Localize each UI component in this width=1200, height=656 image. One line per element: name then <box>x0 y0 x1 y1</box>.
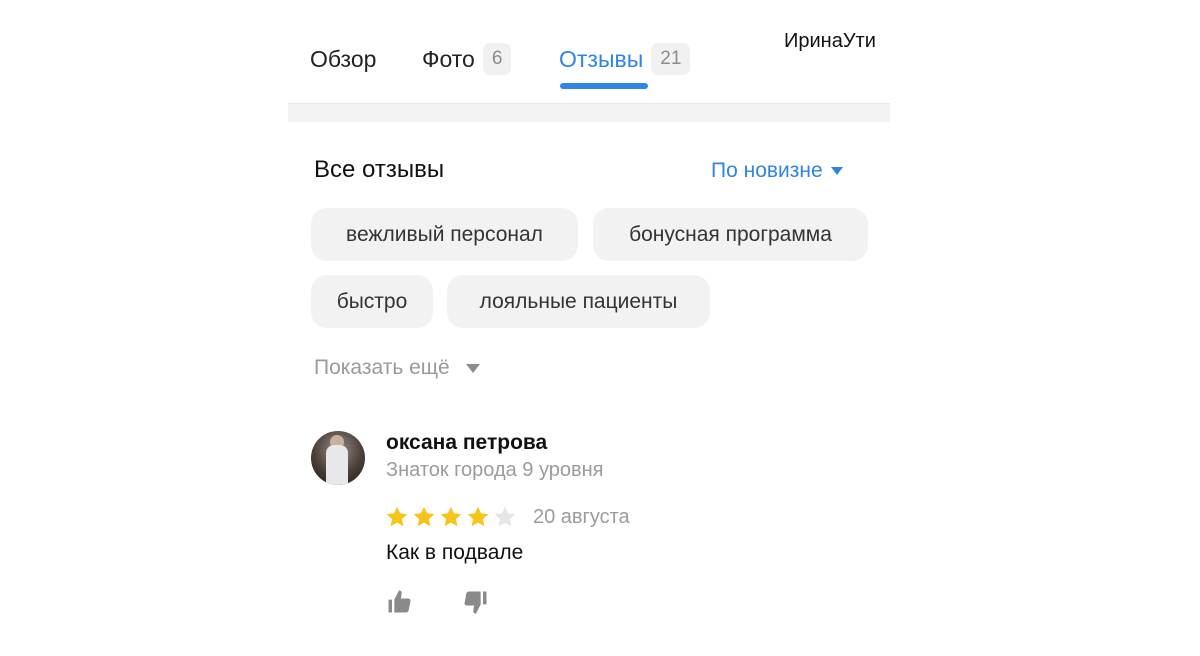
star-filled-icon <box>467 506 489 527</box>
star-filled-icon <box>386 506 408 527</box>
thumbs-down-icon[interactable] <box>462 588 490 616</box>
show-more-label: Показать ещё <box>314 356 450 379</box>
tag-chip[interactable]: лояльные пациенты <box>447 275 710 328</box>
user-name[interactable]: ИринаУти <box>784 30 876 53</box>
tab-reviews-label: Отзывы <box>559 45 644 72</box>
active-tab-indicator <box>560 83 648 89</box>
sort-dropdown[interactable]: По новизне <box>711 159 843 183</box>
tab-reviews[interactable]: Отзывы 21 <box>559 42 691 76</box>
tab-photo[interactable]: Фото 6 <box>422 42 512 76</box>
author-level: Знаток города 9 уровня <box>386 459 604 481</box>
review-author[interactable]: оксана петрова <box>386 431 547 455</box>
avatar-body <box>326 445 348 485</box>
tab-overview-label: Обзор <box>310 45 377 72</box>
tag-chip[interactable]: вежливый персонал <box>311 208 578 261</box>
show-more-button[interactable]: Показать ещё <box>314 356 480 380</box>
star-filled-icon <box>413 506 435 527</box>
tab-photo-label: Фото <box>422 45 475 72</box>
thumbs-up-icon[interactable] <box>385 588 413 616</box>
avatar[interactable] <box>311 431 365 485</box>
rating-stars <box>385 505 517 529</box>
star-filled-icon <box>440 506 462 527</box>
tag-chip[interactable]: быстро <box>311 275 433 328</box>
tab-photo-count: 6 <box>482 43 512 75</box>
sort-label: По новизне <box>711 159 823 182</box>
star-empty-icon <box>494 506 516 527</box>
review-date: 20 августа <box>533 506 630 528</box>
chevron-down-icon <box>465 363 480 373</box>
chevron-down-icon <box>830 167 843 175</box>
reviews-title: Все отзывы <box>314 156 445 183</box>
review-text: Как в подвале <box>386 541 524 564</box>
tab-reviews-count: 21 <box>651 43 691 75</box>
section-divider <box>288 103 890 122</box>
tag-chip[interactable]: бонусная программа <box>593 208 868 261</box>
tab-overview[interactable]: Обзор <box>310 42 376 76</box>
tab-bar: Обзор Фото 6 Отзывы 21 ИринаУти <box>288 0 890 104</box>
